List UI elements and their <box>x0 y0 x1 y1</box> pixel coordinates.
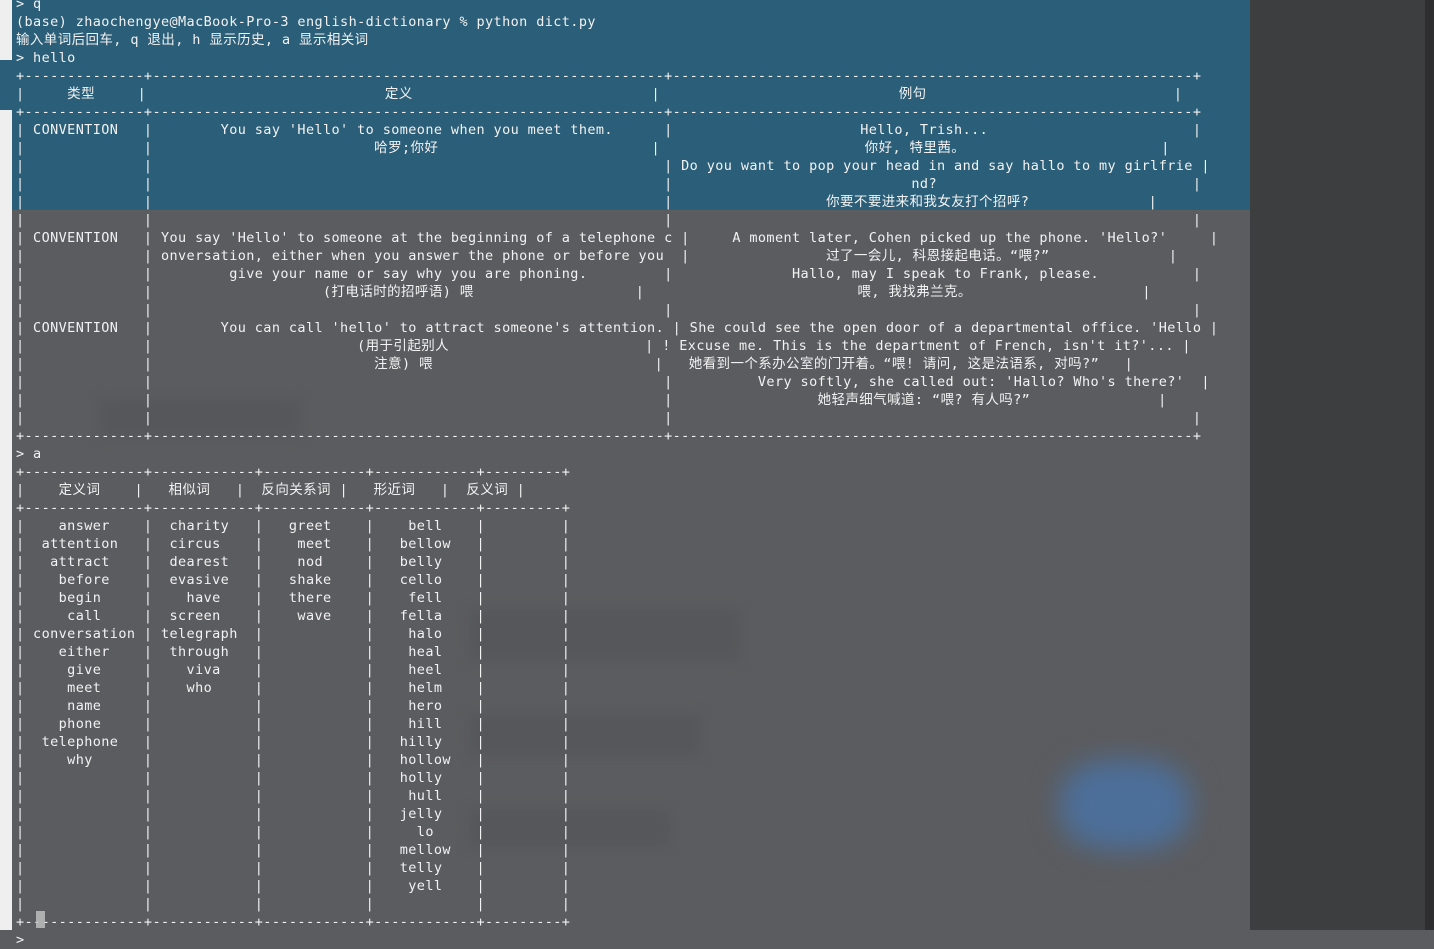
terminal-line: | | | Very softly, she called out: 'Hall… <box>16 374 1210 390</box>
terminal-line: +--------------+------------+-----------… <box>16 464 571 480</box>
terminal-line: | CONVENTION | You say 'Hello' to someon… <box>16 230 1219 246</box>
terminal-line: | | onversation, either when you answer … <box>16 248 1178 264</box>
terminal-line: | | | | <box>16 212 1202 228</box>
terminal-line: > hello <box>16 50 76 66</box>
terminal-line: | | | | holly | | <box>16 770 571 786</box>
background-scrollbar-strip <box>1425 0 1434 930</box>
terminal-line: | | (用于引起别人 | ! Excuse me. This is the d… <box>16 338 1191 354</box>
terminal-line: | | | | mellow | | <box>16 842 571 858</box>
terminal-line: | CONVENTION | You say 'Hello' to someon… <box>16 122 1202 138</box>
terminal-line: | why | | | hollow | | <box>16 752 571 768</box>
terminal-line: | phone | | | hill | | <box>16 716 571 732</box>
terminal-line: | attention | circus | meet | bellow | | <box>16 536 571 552</box>
terminal-line: | | | | <box>16 410 1202 426</box>
terminal-line: | | | nd? | <box>16 176 1202 192</box>
terminal-line: | | give your name or say why you are ph… <box>16 266 1202 282</box>
terminal-line: | | | | | | <box>16 896 571 912</box>
terminal-line: | | 注意) 喂 | 她看到一个系办公室的门开着。“喂! 请问, 这是法语系,… <box>16 356 1134 372</box>
terminal-line: > q <box>16 0 42 12</box>
terminal-line: | conversation | telegraph | | halo | | <box>16 626 571 642</box>
terminal-line: | | (打电话时的招呼语) 喂 | 喂, 我找弗兰克。 | <box>16 284 1151 300</box>
terminal-line: | attract | dearest | nod | belly | | <box>16 554 571 570</box>
background-left-window-edge <box>0 0 12 930</box>
terminal-line: +--------------+------------------------… <box>16 104 1202 120</box>
terminal-line: > <box>16 932 34 948</box>
terminal-line: | | | | jelly | | <box>16 806 571 822</box>
terminal-line: | | | | telly | | <box>16 860 571 876</box>
terminal-line: +--------------+------------------------… <box>16 68 1202 84</box>
terminal-line: | | | | lo | | <box>16 824 571 840</box>
text-cursor <box>36 911 45 928</box>
terminal-line: > a <box>16 446 42 462</box>
terminal-line: | CONVENTION | You can call 'hello' to a… <box>16 320 1219 336</box>
terminal-line: | call | screen | wave | fella | | <box>16 608 571 624</box>
terminal-line: +--------------+------------+-----------… <box>16 914 571 930</box>
terminal-line: | answer | charity | greet | bell | | <box>16 518 571 534</box>
terminal-window[interactable]: > q (base) zhaochengye@MacBook-Pro-3 engl… <box>12 0 1425 948</box>
terminal-line: | give | viva | | heel | | <box>16 662 571 678</box>
terminal-line: | either | through | | heal | | <box>16 644 571 660</box>
terminal-line: +--------------+------------------------… <box>16 428 1202 444</box>
terminal-line: | | | | yell | | <box>16 878 571 894</box>
terminal-line: | before | evasive | shake | cello | | <box>16 572 571 588</box>
terminal-line: | | 哈罗;你好 | 你好, 特里茜。 | <box>16 140 1170 156</box>
terminal-line: | telephone | | | hilly | | <box>16 734 571 750</box>
terminal-line: | | | | <box>16 302 1202 318</box>
terminal-line: | name | | | hero | | <box>16 698 571 714</box>
terminal-line: | 类型 | 定义 | 例句 | <box>16 86 1183 102</box>
terminal-line: (base) zhaochengye@MacBook-Pro-3 english… <box>16 14 596 30</box>
terminal-line: | | | 她轻声细气喊道: “喂? 有人吗?” | <box>16 392 1167 408</box>
terminal-line: | begin | have | there | fell | | <box>16 590 571 606</box>
terminal-line: | | | | hull | | <box>16 788 571 804</box>
terminal-line: | 定义词 | 相似词 | 反向关系词 | 形近词 | 反义词 | <box>16 482 526 498</box>
terminal-line: 输入单词后回车, q 退出, h 显示历史, a 显示相关词 <box>16 32 369 48</box>
terminal-line: +--------------+------------+-----------… <box>16 500 571 516</box>
terminal-line: | meet | who | | helm | | <box>16 680 571 696</box>
terminal-line: | | | Do you want to pop your head in an… <box>16 158 1210 174</box>
terminal-line: | | | 你要不要进来和我女友打个招呼? | <box>16 194 1158 210</box>
